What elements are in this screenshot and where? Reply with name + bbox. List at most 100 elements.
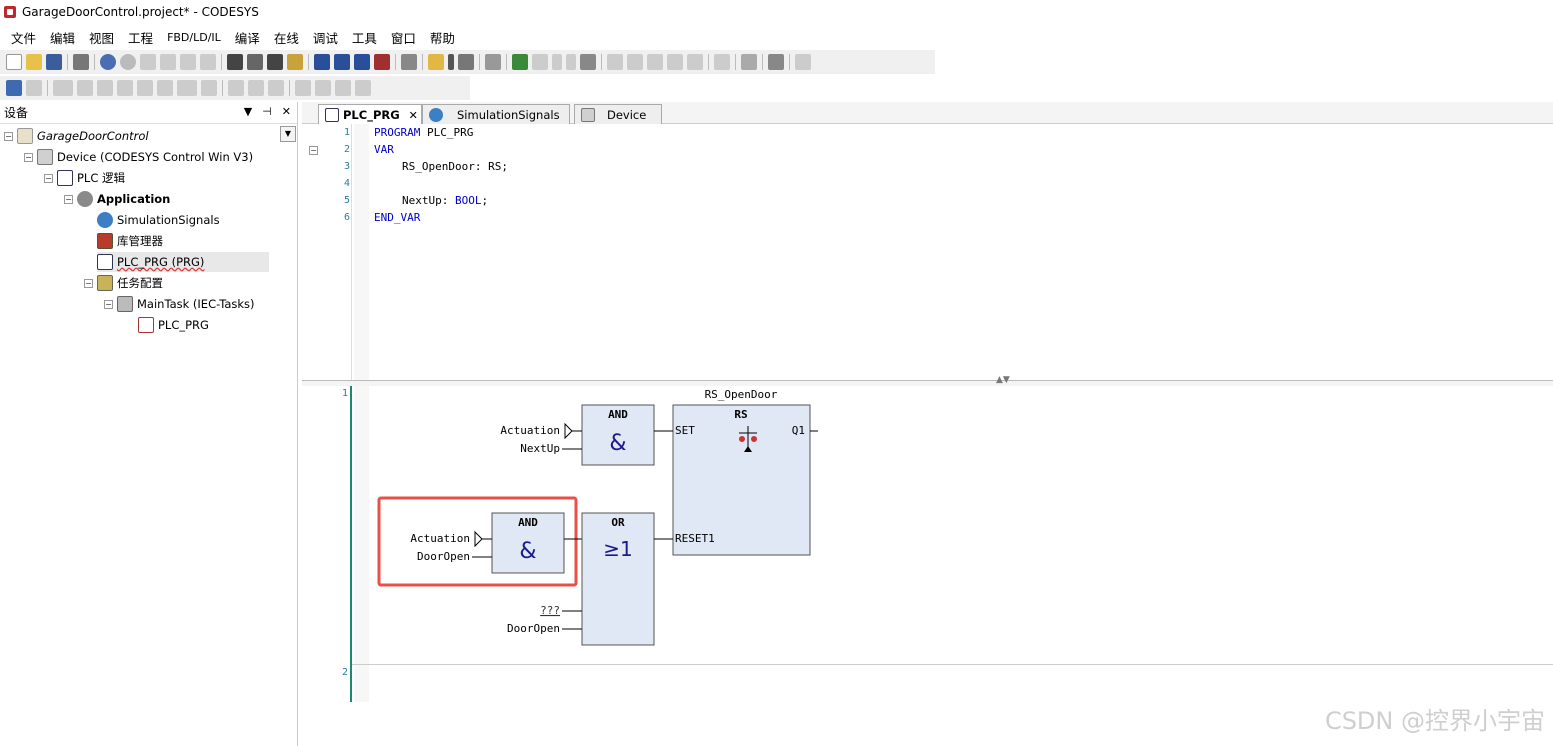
menu-window[interactable]: 窗口: [384, 28, 423, 47]
collapse-icon[interactable]: −: [64, 194, 73, 204]
add-object-icon[interactable]: [428, 54, 444, 70]
undo-icon[interactable]: [100, 54, 116, 70]
or-input-dooropen[interactable]: DoorOpen: [507, 622, 560, 635]
find-next-icon[interactable]: [267, 54, 283, 70]
find-icon[interactable]: [227, 54, 243, 70]
menu-view[interactable]: 视图: [82, 28, 121, 47]
tab-plc-prg[interactable]: PLC_PRG ✕: [318, 104, 422, 125]
tab-simulation-signals[interactable]: SimulationSignals: [422, 104, 570, 124]
tree-item-library-manager[interactable]: 库管理器: [97, 231, 163, 251]
generate-code-icon[interactable]: [354, 54, 370, 70]
declaration-editor[interactable]: 1 2 3 4 5 6 − PROGRAM PLC_PRG VAR RS_Ope…: [302, 124, 1553, 380]
breakpoint-icon[interactable]: [687, 54, 703, 70]
build-icon[interactable]: [314, 54, 330, 70]
menu-tools[interactable]: 工具: [345, 28, 384, 47]
menu-project[interactable]: 工程: [121, 28, 160, 47]
panel-dropdown-icon[interactable]: ▼: [244, 105, 252, 118]
insert-box-icon[interactable]: [77, 80, 93, 96]
tree-item-task-config[interactable]: − 任务配置: [84, 273, 163, 293]
calculator-icon[interactable]: [485, 54, 501, 70]
and-2-input-actuation[interactable]: Actuation: [410, 532, 470, 545]
insert-jump-icon[interactable]: [137, 80, 153, 96]
collapse-icon[interactable]: −: [44, 173, 53, 183]
step-over-icon[interactable]: [607, 54, 623, 70]
force-values-icon[interactable]: [768, 54, 784, 70]
close-panel-icon[interactable]: ✕: [282, 105, 291, 118]
insert-box-en-icon[interactable]: [97, 80, 113, 96]
insert-branch-end-icon[interactable]: [335, 80, 351, 96]
menu-debug[interactable]: 调试: [306, 28, 345, 47]
dropdown-icon[interactable]: [448, 54, 454, 70]
and-1-input-nextup[interactable]: NextUp: [520, 442, 560, 455]
open-folder-icon[interactable]: [26, 54, 42, 70]
stop-icon[interactable]: [566, 54, 576, 70]
negate-icon[interactable]: [228, 80, 244, 96]
cut-icon[interactable]: [140, 54, 156, 70]
show-next-statement-icon[interactable]: [714, 54, 730, 70]
write-values-icon[interactable]: [741, 54, 757, 70]
insert-network-icon[interactable]: [6, 80, 22, 96]
fold-icon[interactable]: −: [309, 146, 318, 155]
paste-icon[interactable]: [180, 54, 196, 70]
window-icon[interactable]: [401, 54, 417, 70]
and-1-input-actuation[interactable]: Actuation: [500, 424, 560, 437]
replace-icon[interactable]: [287, 54, 303, 70]
tree-item-project[interactable]: − GarageDoorControl: [4, 126, 149, 146]
step-out-icon[interactable]: [647, 54, 663, 70]
menu-build[interactable]: 编译: [228, 28, 267, 47]
or-input-placeholder[interactable]: ???: [540, 604, 560, 617]
insert-branch-start-icon[interactable]: [315, 80, 331, 96]
insert-label-icon[interactable]: [157, 80, 173, 96]
clean-icon[interactable]: [374, 54, 390, 70]
export-icon[interactable]: [458, 54, 474, 70]
insert-network-below-icon[interactable]: [26, 80, 42, 96]
tab-device[interactable]: Device: [574, 104, 662, 124]
or-block[interactable]: [581, 512, 655, 646]
rebuild-icon[interactable]: [334, 54, 350, 70]
tree-scope-dropdown[interactable]: ▼: [280, 126, 296, 142]
menu-fbd-ld-il[interactable]: FBD/LD/IL: [160, 31, 228, 44]
close-tab-icon[interactable]: ✕: [409, 109, 418, 122]
login-icon[interactable]: [512, 54, 528, 70]
tree-item-application[interactable]: − Application: [64, 189, 170, 209]
collapse-icon[interactable]: −: [24, 152, 33, 162]
print-icon[interactable]: [73, 54, 89, 70]
insert-assignment-icon[interactable]: [53, 80, 73, 96]
tree-item-plc-logic[interactable]: − PLC 逻辑: [44, 168, 125, 188]
delete-icon[interactable]: [200, 54, 216, 70]
collapse-up-icon[interactable]: ▲▼: [996, 375, 1010, 385]
menu-edit[interactable]: 编辑: [43, 28, 82, 47]
insert-return-icon[interactable]: [177, 80, 197, 96]
menu-help[interactable]: 帮助: [423, 28, 462, 47]
run-icon[interactable]: [552, 54, 562, 70]
collapse-icon[interactable]: −: [84, 278, 93, 288]
reset-icon[interactable]: [580, 54, 596, 70]
collapse-icon[interactable]: −: [104, 299, 113, 309]
new-file-icon[interactable]: [6, 54, 22, 70]
unforce-icon[interactable]: [795, 54, 811, 70]
tree-item-device[interactable]: − Device (CODESYS Control Win V3): [24, 147, 253, 167]
run-to-cursor-icon[interactable]: [667, 54, 683, 70]
fbd-editor[interactable]: 1 2 RS_OpenDoor RS SET RESET1 Q1 AND & A…: [302, 386, 1553, 746]
logout-icon[interactable]: [532, 54, 548, 70]
redo-icon[interactable]: [120, 54, 136, 70]
insert-input-icon[interactable]: [201, 80, 217, 96]
tree-item-main-task[interactable]: − MainTask (IEC-Tasks): [104, 294, 255, 314]
find-replace-icon[interactable]: [247, 54, 263, 70]
menu-online[interactable]: 在线: [267, 28, 306, 47]
pin-icon[interactable]: ⊣: [262, 105, 272, 118]
and-2-input-dooropen[interactable]: DoorOpen: [417, 550, 470, 563]
edge-detect-icon[interactable]: [248, 80, 264, 96]
insert-empty-box-icon[interactable]: [117, 80, 133, 96]
tree-item-simulation-signals[interactable]: SimulationSignals: [97, 210, 220, 230]
save-icon[interactable]: [46, 54, 62, 70]
set-reset-icon[interactable]: [268, 80, 284, 96]
tree-item-plc-prg[interactable]: PLC_PRG (PRG): [97, 252, 269, 272]
insert-branch-icon[interactable]: [295, 80, 311, 96]
insert-parallel-icon[interactable]: [355, 80, 371, 96]
collapse-icon[interactable]: −: [4, 131, 13, 141]
menu-file[interactable]: 文件: [4, 28, 43, 47]
tree-item-plc-prg-call[interactable]: PLC_PRG: [138, 315, 209, 335]
step-into-icon[interactable]: [627, 54, 643, 70]
copy-icon[interactable]: [160, 54, 176, 70]
